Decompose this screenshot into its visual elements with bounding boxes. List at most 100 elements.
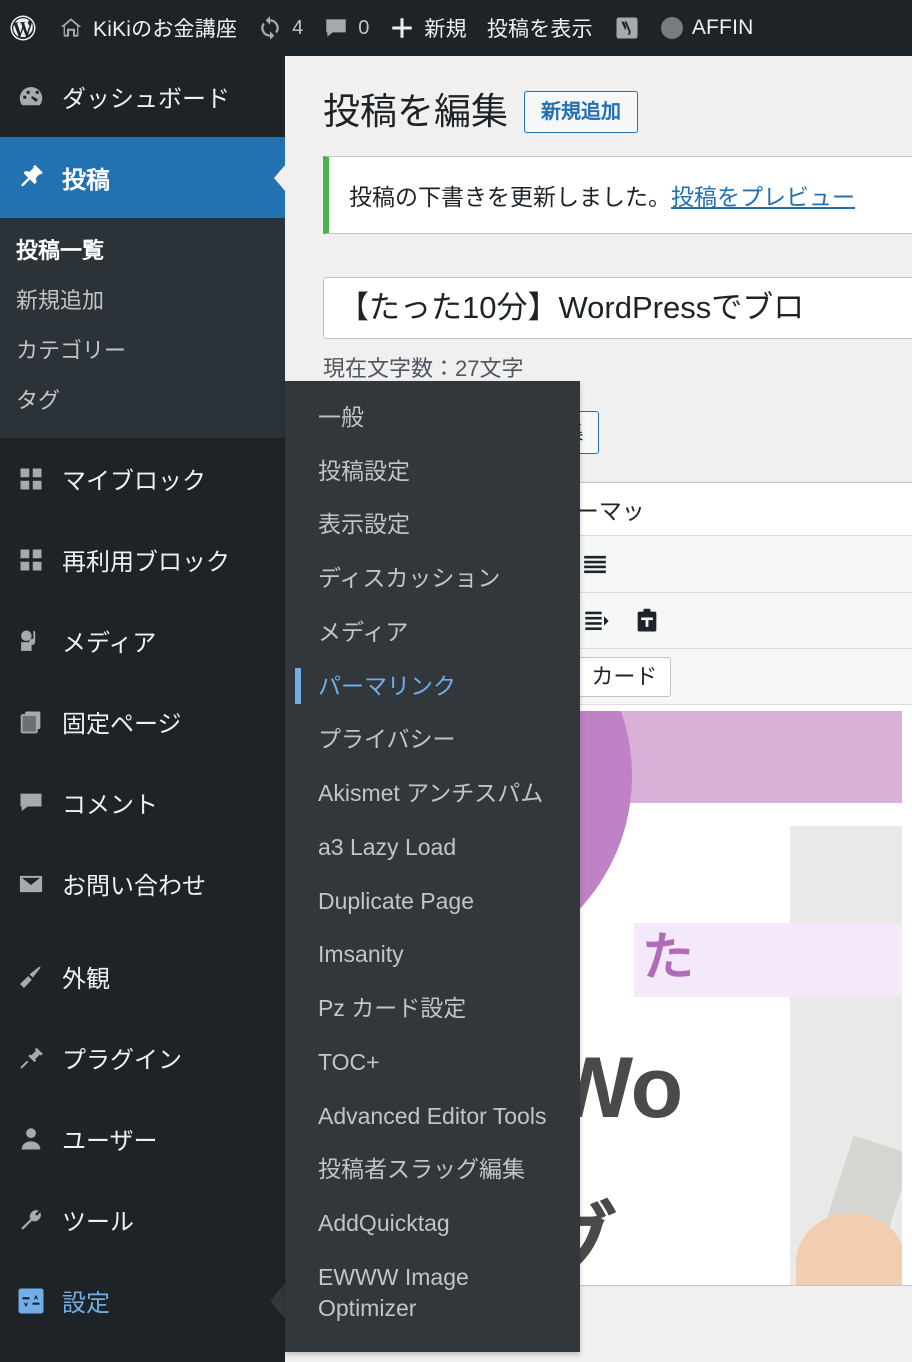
sidebar-subitem-posts-new[interactable]: 新規追加 xyxy=(0,274,285,324)
adminbar-comments[interactable]: 0 xyxy=(313,0,379,56)
comment-bubble-icon xyxy=(16,788,46,818)
admin-sidebar-menu: ダッシュボード 投稿 投稿一覧 新規追加 カテゴリー タグ マイブロック 再利用… xyxy=(0,56,285,1362)
sidebar-item-reusable-blocks[interactable]: 再利用ブロック xyxy=(0,519,285,600)
paintbrush-icon xyxy=(16,962,46,992)
flyout-item-addquicktag[interactable]: AddQuicktag xyxy=(285,1197,580,1251)
flyout-item-discussion[interactable]: ディスカッション xyxy=(285,552,580,606)
sidebar-submenu-posts: 投稿一覧 新規追加 カテゴリー タグ xyxy=(0,218,285,438)
title-character-count: 現在文字数：27文字 xyxy=(323,356,524,382)
sidebar-subitem-posts-tags[interactable]: タグ xyxy=(0,374,285,424)
flyout-item-permalinks[interactable]: パーマリンク xyxy=(285,660,580,714)
adminbar-updates[interactable]: 4 xyxy=(247,0,313,56)
adminbar-account[interactable]: AFFIN xyxy=(651,0,764,56)
page-header: 投稿を編集 新規追加 xyxy=(285,56,912,134)
adminbar-new-label: 新規 xyxy=(424,18,467,41)
plus-icon xyxy=(389,15,415,41)
adminbar-view-post[interactable]: 投稿を表示 xyxy=(477,0,603,56)
envelope-icon xyxy=(16,869,46,899)
dashboard-gauge-icon xyxy=(16,82,46,112)
sidebar-item-label: 投稿 xyxy=(62,167,110,194)
updated-notice: 投稿の下書きを更新しました。投稿をプレビュー xyxy=(323,156,912,235)
flyout-item-akismet[interactable]: Akismet アンチスパム xyxy=(285,767,580,821)
sidebar-item-appearance[interactable]: 外観 xyxy=(0,936,285,1017)
thumbnail-keyword-text: た xyxy=(634,923,902,998)
blocks-grid-icon xyxy=(16,545,46,575)
sidebar-item-my-blocks[interactable]: マイブロック xyxy=(0,438,285,519)
sidebar-divider xyxy=(0,924,285,936)
sidebar-item-contact[interactable]: お問い合わせ xyxy=(0,843,285,924)
sidebar-item-dashboard[interactable]: ダッシュボード xyxy=(0,56,285,137)
avatar xyxy=(660,17,683,39)
pages-icon xyxy=(16,707,46,737)
flyout-item-pz-card[interactable]: Pz カード設定 xyxy=(285,982,580,1036)
sidebar-item-label: プラグイン xyxy=(62,1047,182,1074)
sidebar-item-media[interactable]: メディア xyxy=(0,600,285,681)
flyout-item-imsanity[interactable]: Imsanity xyxy=(285,928,580,982)
add-new-post-button[interactable]: 新規追加 xyxy=(524,91,638,134)
align-justify-icon[interactable] xyxy=(582,551,608,577)
admin-bar: KiKiのお金講座 4 0 新規 投稿を表示 AFFIN xyxy=(0,0,912,56)
sidebar-item-label: お問い合わせ xyxy=(62,873,206,900)
adminbar-comments-count: 0 xyxy=(358,16,370,39)
flyout-item-general[interactable]: 一般 xyxy=(285,391,580,445)
sidebar-item-label: ユーザー xyxy=(62,1128,158,1155)
flyout-item-media[interactable]: メディア xyxy=(285,606,580,660)
flyout-item-toc-plus[interactable]: TOC+ xyxy=(285,1036,580,1090)
sidebar-item-users[interactable]: ユーザー xyxy=(0,1098,285,1179)
sidebar-item-settings[interactable]: 設定 xyxy=(0,1260,285,1341)
media-icon xyxy=(16,626,46,656)
preview-post-link[interactable]: 投稿をプレビュー xyxy=(671,184,855,210)
flyout-item-ewww-image-optimizer[interactable]: EWWW Image Optimizer xyxy=(285,1251,580,1336)
sidebar-item-acf[interactable]: ACF xyxy=(0,1341,285,1362)
sidebar-item-posts[interactable]: 投稿 xyxy=(0,137,285,218)
flyout-item-duplicate-page[interactable]: Duplicate Page xyxy=(285,875,580,929)
wordpress-logo-icon xyxy=(8,13,38,43)
wrench-icon xyxy=(16,1205,46,1235)
sidebar-item-label: ツール xyxy=(62,1209,134,1236)
blocks-grid-icon xyxy=(16,464,46,494)
sidebar-item-pages[interactable]: 固定ページ xyxy=(0,681,285,762)
pin-icon xyxy=(16,163,46,193)
adminbar-site-name[interactable]: KiKiのお金講座 xyxy=(48,0,247,56)
flyout-item-advanced-editor-tools[interactable]: Advanced Editor Tools xyxy=(285,1090,580,1144)
page-title: 投稿を編集 xyxy=(323,91,508,132)
settings-flyout-submenu: 一般 投稿設定 表示設定 ディスカッション メディア パーマリンク プライバシー… xyxy=(285,381,580,1353)
update-arrows-icon xyxy=(257,15,283,41)
sidebar-item-plugins[interactable]: プラグイン xyxy=(0,1017,285,1098)
yoast-seo-icon xyxy=(613,14,641,42)
adminbar-updates-count: 4 xyxy=(292,16,304,39)
sidebar-subitem-posts-categories[interactable]: カテゴリー xyxy=(0,324,285,374)
sidebar-item-label: 外観 xyxy=(62,966,110,993)
adminbar-view-post-label: 投稿を表示 xyxy=(486,18,593,41)
sidebar-item-label: 設定 xyxy=(62,1290,110,1317)
home-icon xyxy=(58,15,84,41)
post-title-input[interactable]: 【たった10分】WordPressでブロ xyxy=(323,277,912,340)
user-icon xyxy=(16,1124,46,1154)
flyout-item-author-slug[interactable]: 投稿者スラッグ編集 xyxy=(285,1143,580,1197)
sidebar-item-label: ダッシュボード xyxy=(62,86,230,113)
adminbar-account-label: AFFIN xyxy=(691,16,754,39)
flyout-item-a3-lazy-load[interactable]: a3 Lazy Load xyxy=(285,821,580,875)
post-title-field-wrap: 【たった10分】WordPressでブロ xyxy=(323,277,912,340)
flyout-item-writing[interactable]: 投稿設定 xyxy=(285,445,580,499)
notice-text: 投稿の下書きを更新しました。 xyxy=(349,184,671,211)
sidebar-item-comments[interactable]: コメント xyxy=(0,762,285,843)
settings-sliders-icon xyxy=(16,1286,46,1316)
adminbar-wp-logo[interactable] xyxy=(0,0,48,56)
quicktag-card-button[interactable]: カード xyxy=(577,656,672,698)
adminbar-new-content[interactable]: 新規 xyxy=(379,0,476,56)
plug-icon xyxy=(16,1043,46,1073)
adminbar-site-name-label: KiKiのお金講座 xyxy=(93,18,238,41)
sidebar-item-label: マイブロック xyxy=(62,468,206,495)
sidebar-item-label: 固定ページ xyxy=(62,711,182,738)
sidebar-item-label: 再利用ブロック xyxy=(62,549,230,576)
flyout-item-reading[interactable]: 表示設定 xyxy=(285,498,580,552)
sidebar-item-label: コメント xyxy=(62,792,158,819)
indent-icon[interactable] xyxy=(583,607,611,635)
comment-bubble-icon xyxy=(323,15,349,41)
flyout-item-privacy[interactable]: プライバシー xyxy=(285,713,580,767)
adminbar-yoast[interactable] xyxy=(603,0,651,56)
sidebar-item-tools[interactable]: ツール xyxy=(0,1179,285,1260)
paste-as-text-icon[interactable] xyxy=(633,607,661,635)
sidebar-subitem-posts-all[interactable]: 投稿一覧 xyxy=(0,224,285,274)
